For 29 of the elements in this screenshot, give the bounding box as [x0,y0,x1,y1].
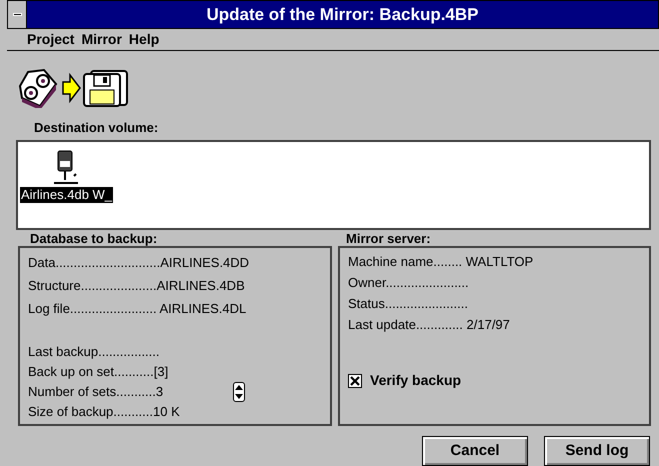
volume-item[interactable]: Airlines.4db W_ [20,186,114,202]
window-title: Update of the Mirror: Backup.4BP [205,4,480,26]
up-down-arrows-icon [235,385,243,399]
checkbox[interactable] [348,374,362,388]
info-text: Last update............. 2/17/97 [348,316,511,334]
section-label: Database to backup: [30,232,158,246]
menu-item[interactable]: Help [128,29,160,50]
dialog-button[interactable]: Send log [544,436,650,466]
dialog-button[interactable]: Cancel [422,436,528,466]
info-text: Status....................... [348,295,469,313]
minus-icon [12,13,22,16]
info-text: Owner....................... [348,274,470,292]
info-text: Structure.....................AIRLINES.4DB [28,277,246,295]
info-text: Last backup................. [28,343,161,362]
checkbox-label: Verify backup [370,371,462,390]
system-menu-button[interactable] [8,1,27,28]
check-x-icon [350,376,360,386]
info-text: Log file........................ AIRLINES.4DL [28,300,248,318]
info-text: Machine name........ WALTLTOP [348,253,534,271]
volume-list[interactable]: Airlines.4db W_ [16,140,651,230]
menu-item[interactable]: Project [27,29,74,50]
info-text: Back up on set...........[3] [28,363,170,382]
section-label: Destination volume: [34,119,160,137]
menu-item[interactable]: Mirror [81,29,122,50]
spinner-button[interactable] [233,382,245,402]
section-label: Mirror server: [346,232,432,246]
info-text: Data.............................AIRLINES.4DD [28,254,250,272]
info-text: Size of backup...........10 K [28,403,181,422]
info-text: Number of sets...........3 [28,383,164,402]
